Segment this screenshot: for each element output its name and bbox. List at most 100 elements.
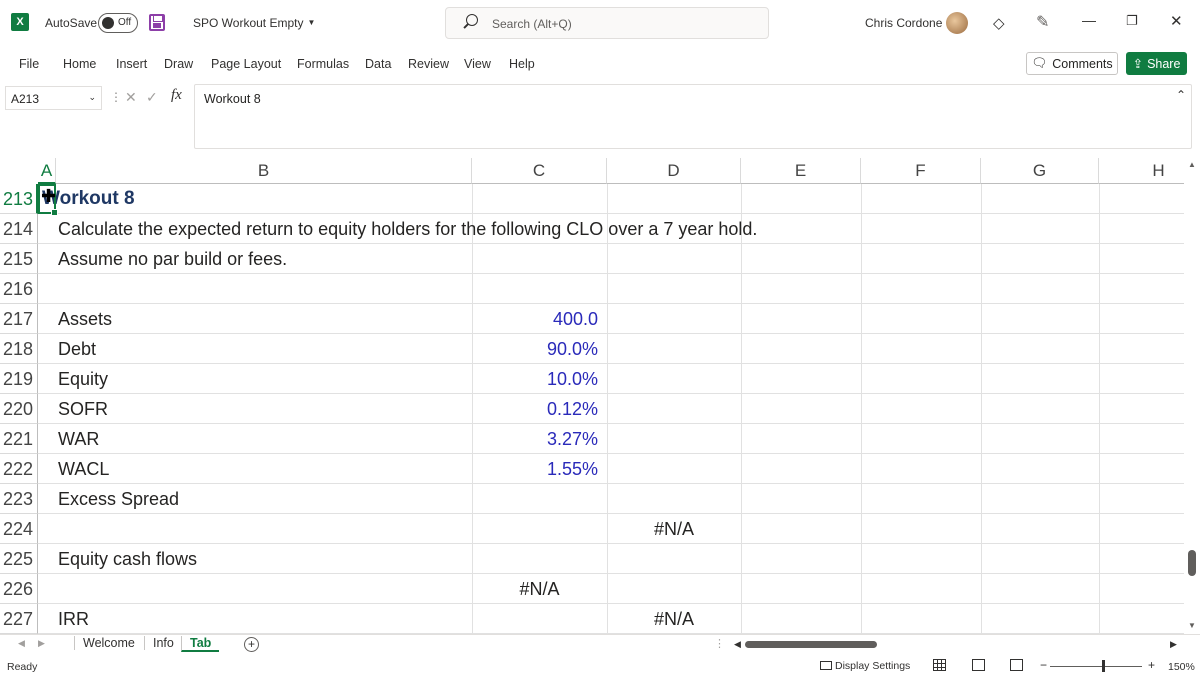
cell-b223[interactable]: Excess Spread (58, 489, 179, 510)
zoom-slider-thumb[interactable] (1102, 660, 1105, 672)
next-sheet-icon[interactable]: ▶ (38, 638, 45, 649)
restore-icon[interactable]: ❐ (1126, 13, 1138, 29)
tab-home[interactable]: Home (63, 57, 96, 71)
sheet-tab-tab[interactable]: Tab (181, 636, 220, 652)
zoom-in-icon[interactable]: + (1148, 658, 1155, 672)
vertical-scrollbar[interactable]: ▲ ▼ (1184, 158, 1200, 634)
cell-b217[interactable]: Assets (58, 309, 112, 330)
cell-c219[interactable]: 10.0% (472, 369, 598, 390)
cell-c220[interactable]: 0.12% (472, 399, 598, 420)
tab-draw[interactable]: Draw (164, 57, 193, 71)
row-header[interactable]: 223 (0, 484, 38, 514)
comments-button[interactable]: 🗨 Comments (1026, 52, 1118, 75)
tab-review[interactable]: Review (408, 57, 449, 71)
select-all-corner[interactable] (0, 158, 38, 184)
column-header-c[interactable]: C (472, 158, 607, 184)
row-header[interactable]: 225 (0, 544, 38, 574)
row-header[interactable]: 216 (0, 274, 38, 304)
cell-c217[interactable]: 400.0 (472, 309, 598, 330)
zoom-out-icon[interactable]: − (1040, 658, 1047, 672)
cell-c222[interactable]: 1.55% (472, 459, 598, 480)
cell-b225[interactable]: Equity cash flows (58, 549, 197, 570)
row-header[interactable]: 224 (0, 514, 38, 544)
cell-d227[interactable]: #N/A (607, 609, 741, 630)
add-sheet-icon[interactable]: + (244, 637, 259, 652)
search-box[interactable]: Search (Alt+Q) (445, 7, 769, 39)
row-header[interactable]: 226 (0, 574, 38, 604)
cell-b214[interactable]: Calculate the expected return to equity … (58, 219, 757, 240)
row-header[interactable]: 221 (0, 424, 38, 454)
cell-b218[interactable]: Debt (58, 339, 96, 360)
column-header-b[interactable]: B (56, 158, 472, 184)
vertical-scroll-thumb[interactable] (1188, 550, 1196, 576)
cell-b215[interactable]: Assume no par build or fees. (58, 249, 287, 270)
formula-input[interactable]: Workout 8 (194, 84, 1192, 149)
enter-check-icon[interactable]: ✓ (146, 89, 158, 106)
tab-help[interactable]: Help (509, 57, 535, 71)
prev-sheet-icon[interactable]: ◀ (18, 638, 25, 649)
row-header[interactable]: 214 (0, 214, 38, 244)
save-icon[interactable] (149, 14, 165, 31)
user-name[interactable]: Chris Cordone (865, 16, 942, 30)
row-header[interactable]: 215 (0, 244, 38, 274)
display-settings-button[interactable]: Display Settings (820, 660, 910, 672)
tab-page-layout[interactable]: Page Layout (211, 57, 281, 71)
page-break-view-icon[interactable] (1010, 659, 1023, 671)
cell-b222[interactable]: WACL (58, 459, 109, 480)
column-header-h[interactable]: H (1099, 158, 1184, 184)
sheet-tab-welcome[interactable]: Welcome (74, 636, 143, 650)
document-title[interactable]: SPO Workout Empty ▼ (193, 16, 315, 30)
row-header[interactable]: 222 (0, 454, 38, 484)
row-header[interactable]: 218 (0, 334, 38, 364)
splitter-handle[interactable]: ⋮ (714, 637, 725, 650)
share-button[interactable]: ⇪ Share (1126, 52, 1187, 75)
spreadsheet-grid[interactable]: A B C D E F G H 213 Workout 8 214 Calcul… (0, 158, 1184, 634)
column-header-a[interactable]: A (38, 158, 56, 184)
scroll-left-icon[interactable]: ◀ (734, 639, 741, 650)
scroll-up-icon[interactable]: ▲ (1188, 160, 1196, 169)
cell-b219[interactable]: Equity (58, 369, 108, 390)
cell-c226[interactable]: #N/A (472, 579, 607, 600)
row-header[interactable]: 213 (0, 184, 38, 214)
cell-b221[interactable]: WAR (58, 429, 99, 450)
cell-c221[interactable]: 3.27% (472, 429, 598, 450)
cell-b227[interactable]: IRR (58, 609, 89, 630)
premium-diamond-icon[interactable]: ◇ (993, 14, 1005, 32)
autosave-toggle[interactable]: Off (98, 13, 138, 33)
tab-file[interactable]: File (19, 57, 39, 71)
page-layout-view-icon[interactable] (972, 659, 985, 671)
pen-icon[interactable]: ✎ (1036, 12, 1049, 32)
tab-insert[interactable]: Insert (116, 57, 147, 71)
row-header[interactable]: 220 (0, 394, 38, 424)
scroll-right-icon[interactable]: ▶ (1170, 639, 1177, 650)
avatar[interactable] (946, 12, 968, 34)
zoom-level[interactable]: 150% (1168, 661, 1195, 673)
collapse-formula-bar-icon[interactable]: ⌃ (1176, 88, 1186, 102)
cell-c218[interactable]: 90.0% (472, 339, 598, 360)
column-header-d[interactable]: D (607, 158, 741, 184)
column-header-f[interactable]: F (861, 158, 981, 184)
sheet-tab-info[interactable]: Info (144, 636, 182, 650)
minimize-icon[interactable]: — (1082, 12, 1096, 28)
row-header[interactable]: 227 (0, 604, 38, 634)
cell-b220[interactable]: SOFR (58, 399, 108, 420)
tab-view[interactable]: View (464, 57, 491, 71)
cancel-icon[interactable]: ✕ (125, 89, 137, 106)
row-header[interactable]: 217 (0, 304, 38, 334)
title-bar: X AutoSave Off SPO Workout Empty ▼ Search… (0, 0, 1200, 46)
close-icon[interactable]: ✕ (1170, 12, 1183, 30)
cell-d224[interactable]: #N/A (607, 519, 741, 540)
tab-data[interactable]: Data (365, 57, 391, 71)
row-header[interactable]: 219 (0, 364, 38, 394)
column-header-e[interactable]: E (741, 158, 861, 184)
column-header-g[interactable]: G (981, 158, 1099, 184)
insert-function-icon[interactable]: fx (171, 87, 182, 104)
tab-formulas[interactable]: Formulas (297, 57, 349, 71)
chevron-down-icon[interactable]: ⌄ (88, 92, 96, 103)
more-options-icon[interactable]: ⋮ (110, 90, 122, 104)
scroll-down-icon[interactable]: ▼ (1188, 621, 1196, 630)
normal-view-icon[interactable] (933, 659, 946, 671)
name-box[interactable]: A213 ⌄ (5, 86, 102, 110)
horizontal-scroll-thumb[interactable] (745, 641, 877, 648)
zoom-slider[interactable] (1050, 666, 1142, 667)
